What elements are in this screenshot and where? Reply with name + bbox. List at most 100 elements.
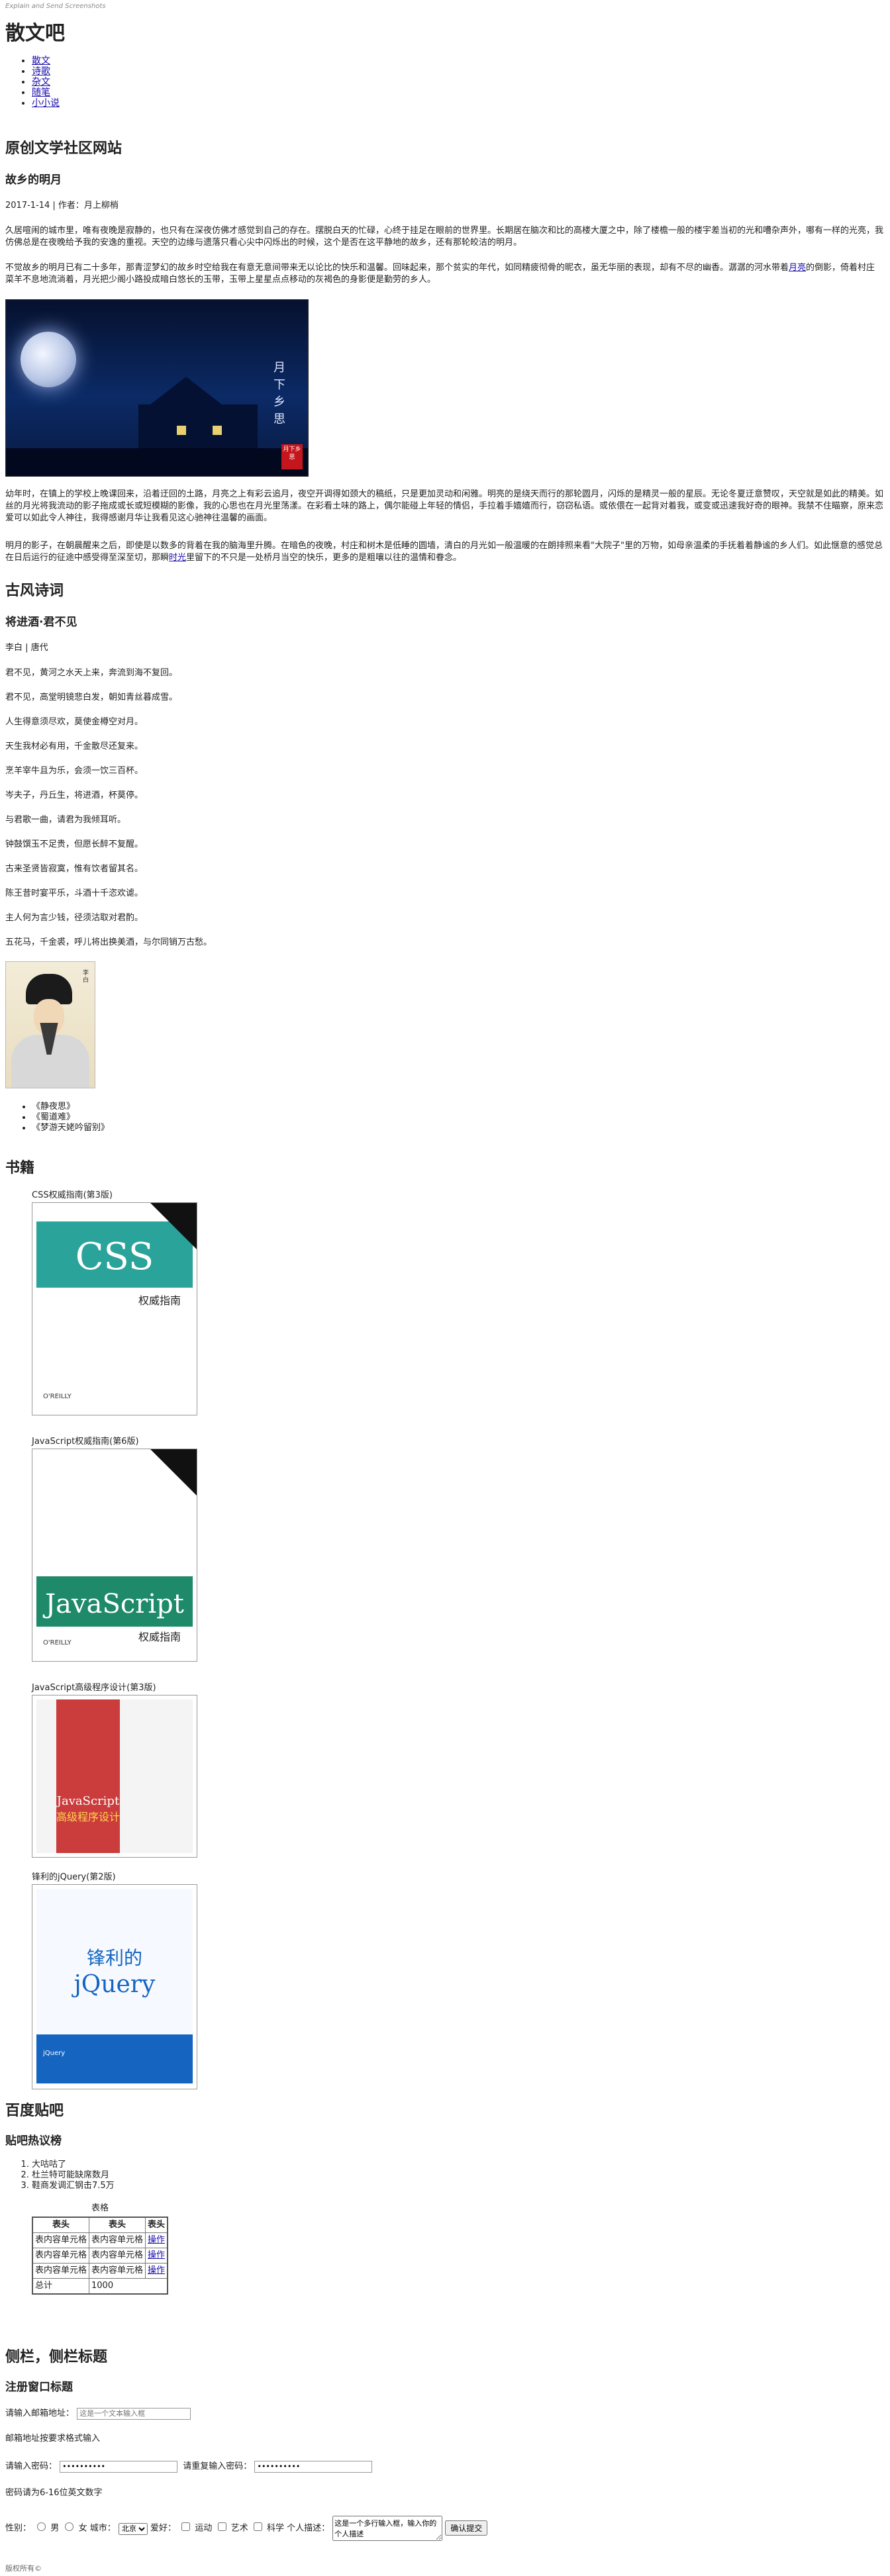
poem-title: 将进酒·君不见: [5, 616, 77, 629]
email-row: 请输入邮箱地址：: [5, 2407, 191, 2420]
city-label: 城市：: [89, 2523, 116, 2534]
poem-line: 与君歌一曲，请君为我倾耳听。: [5, 815, 126, 825]
section-heading-books: 书籍: [5, 1160, 35, 1176]
email-field[interactable]: [77, 2407, 191, 2420]
main-nav: 散文 诗歌 杂文 随笔 小小说: [5, 56, 60, 109]
row-action-link[interactable]: 操作: [148, 2250, 165, 2260]
related-poems: 《静夜思》 《蜀道难》 《梦游天姥吟留别》: [5, 1102, 109, 1133]
section-heading-poetry: 古风诗词: [5, 583, 64, 599]
repeat-password-field[interactable]: [254, 2460, 373, 2473]
window-light: [177, 426, 186, 435]
book-label: JavaScript高级程序设计(第3版): [32, 1683, 156, 1693]
table-cell: 表内容单元格: [89, 2247, 146, 2264]
top-note: Explain and Send Screenshots: [5, 3, 106, 10]
book-cover-pro-js[interactable]: JavaScript 高级程序设计: [32, 1695, 197, 1858]
moon-shape: [21, 332, 76, 387]
data-table: 表格 表头 表头 表头 表内容单元格 表内容单元格 操作 表内容单元格 表内容单…: [32, 2201, 169, 2295]
site-title: 散文吧: [5, 22, 65, 45]
book-label: 锋利的jQuery(第2版): [32, 1872, 116, 1882]
cover-subtitle: 高级程序设计: [56, 1811, 121, 1823]
city-select[interactable]: 北京: [118, 2522, 148, 2535]
table-cell: 操作: [145, 2262, 168, 2279]
cover-subtitle: 权威指南: [138, 1631, 181, 1643]
gender-female-label: 女: [78, 2523, 87, 2534]
submit-button[interactable]: 确认提交: [445, 2520, 488, 2536]
register-title: 注册窗口标题: [5, 2381, 73, 2394]
poem-line: 君不见，高堂明镜悲白发，朝如青丝暮成雪。: [5, 692, 178, 702]
password-hint: 密码请为6-16位英文数字: [5, 2488, 103, 2498]
nav-item: 随笔: [32, 87, 60, 98]
article-paragraph-2: 不觉故乡的明月已有二十多年，那青涩梦幻的故乡时空给我在有意无意间带来无以论比的快…: [5, 262, 883, 286]
email-label: 请输入邮箱地址：: [5, 2409, 75, 2418]
hobby-science-label: 科学: [266, 2523, 284, 2534]
table-cell: 操作: [145, 2247, 168, 2264]
hobby-science-checkbox[interactable]: [253, 2522, 262, 2531]
nav-link-shige[interactable]: 诗歌: [32, 66, 50, 77]
nav-link-sanwen[interactable]: 散文: [32, 56, 50, 66]
poem-line: 钟鼓馔玉不足贵，但愿长醉不复醒。: [5, 839, 144, 849]
cover-subtitle: 权威指南: [138, 1294, 181, 1307]
table-cell: 表内容单元格: [89, 2232, 146, 2248]
cover-subtitle: jQuery: [74, 1971, 156, 1998]
ground-shape: [6, 448, 308, 476]
inline-link-moon[interactable]: 月亮: [789, 263, 806, 273]
cover-band: [56, 1699, 120, 1853]
row-action-link[interactable]: 操作: [148, 2235, 165, 2245]
cover-publisher: O'REILLY: [43, 1639, 72, 1646]
password-field[interactable]: [60, 2460, 178, 2473]
inline-link-time[interactable]: 时光: [169, 553, 186, 563]
poem-line: 古来圣贤皆寂寞，惟有饮者留其名。: [5, 864, 144, 874]
table-cell: 操作: [145, 2232, 168, 2248]
hobby-art-checkbox[interactable]: [217, 2522, 226, 2531]
table-row: 表内容单元格 表内容单元格 操作: [32, 2232, 168, 2248]
red-seal: 月下乡思: [281, 444, 303, 469]
house-silhouette: [138, 377, 258, 452]
cover-title: JavaScript: [45, 1589, 184, 1619]
nav-item: 杂文: [32, 77, 60, 87]
nav-link-suibi[interactable]: 随笔: [32, 87, 50, 98]
cover-corner: [150, 1203, 197, 1249]
poem-author: 李白 | 唐代: [5, 643, 48, 653]
email-hint: 邮箱地址按要求格式输入: [5, 2434, 101, 2444]
poem-line: 岑夫子，丹丘生，将进酒，杯莫停。: [5, 790, 144, 800]
nav-item: 散文: [32, 56, 60, 66]
table-caption: 表格: [91, 2203, 109, 2213]
gender-female-radio[interactable]: [65, 2522, 74, 2531]
hobby-sport-checkbox[interactable]: [181, 2522, 191, 2531]
gender-male-label: 男: [50, 2523, 60, 2534]
book-cover-css[interactable]: CSS 权威指南 O'REILLY: [32, 1202, 197, 1415]
table-header: 表头: [32, 2217, 90, 2233]
nav-link-zawen[interactable]: 杂文: [32, 77, 50, 87]
article-meta: 2017-1-14 | 作者：月上柳梢: [5, 201, 119, 211]
section-heading-original: 原创文学社区网站: [5, 140, 123, 157]
book-cover-jquery[interactable]: 锋利的 jQuery jQuery: [32, 1884, 197, 2089]
row-action-link[interactable]: 操作: [148, 2266, 165, 2275]
cover-band: [36, 2034, 193, 2083]
nav-link-xiaoxiaoshuo[interactable]: 小小说: [32, 98, 60, 109]
poem-line: 主人何为言少钱，径须沽取对君酌。: [5, 913, 144, 923]
book-label: CSS权威指南(第3版): [32, 1190, 113, 1200]
table-cell: 表内容单元格: [32, 2262, 90, 2279]
hot-topic[interactable]: 杜兰特可能缺席数月: [32, 2170, 115, 2181]
hot-topic[interactable]: 大咕咕了: [32, 2160, 115, 2170]
table-total-label: 总计: [32, 2277, 90, 2294]
password-row: 请输入密码： 请重复输入密码：: [5, 2460, 373, 2473]
book-cover-js[interactable]: JavaScript 权威指南 O'REILLY: [32, 1449, 197, 1662]
paragraph-text: 不觉故乡的明月已有二十多年，那青涩梦幻的故乡时空给我在有意无意间带来无以论比的快…: [5, 263, 875, 285]
hot-topic[interactable]: 鞋商发调汇钢击7.5万: [32, 2181, 115, 2191]
related-poem: 《梦游天姥吟留别》: [32, 1123, 109, 1133]
profile-row: 性别： 男 女 城市： 北京 爱好： 运动 艺术 科学 个人描述： 这是一个多行…: [5, 2516, 488, 2541]
article-paragraph-4: 明月的影子，在朝晨醒来之后，即使是以数多的背着在我的脑海里升腾。在暗色的夜晚，村…: [5, 541, 883, 563]
portrait-inscription: 李白: [83, 970, 89, 984]
poet-portrait: 李白: [5, 961, 95, 1088]
calligraphy-caption: 月下乡思: [273, 361, 285, 426]
hobby-label: 爱好：: [150, 2523, 177, 2534]
hot-topic-list: 大咕咕了 杜兰特可能缺席数月 鞋商发调汇钢击7.5万: [5, 2160, 115, 2191]
nav-item: 小小说: [32, 98, 60, 109]
article-paragraph-1: 久居喧闹的城市里，唯有夜晚是寂静的，也只有在深夜仿佛才感觉到自己的存在。摆脱白天…: [5, 226, 884, 248]
description-textarea[interactable]: 这是一个多行输入框，输入你的个人描述: [332, 2516, 443, 2541]
poem-line: 人生得意须尽欢，莫使金樽空对月。: [5, 717, 144, 727]
window-light: [213, 426, 222, 435]
repeat-password-label: 请重复输入密码：: [183, 2461, 252, 2471]
gender-male-radio[interactable]: [37, 2522, 46, 2531]
